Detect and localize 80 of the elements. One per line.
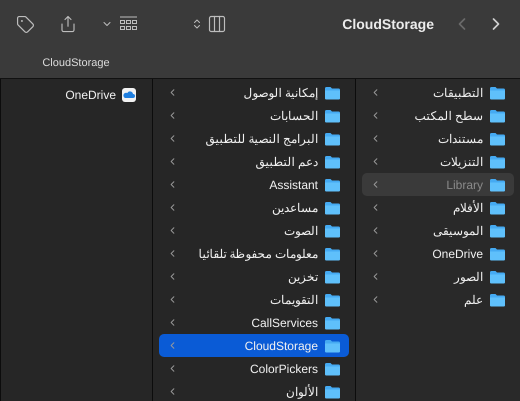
tag-icon[interactable] bbox=[16, 14, 35, 34]
folder-name: التطبيقات bbox=[433, 84, 483, 102]
folder-name: Assistant bbox=[269, 176, 318, 194]
folder-name: التنزيلات bbox=[440, 154, 483, 170]
folder-name: CallServices bbox=[251, 314, 318, 332]
folder-name: دعم التطبيق bbox=[256, 154, 318, 170]
folder-icon bbox=[489, 86, 506, 100]
folder-icon bbox=[324, 200, 341, 214]
folder-icon bbox=[489, 270, 506, 284]
folder-icon bbox=[324, 384, 341, 398]
folder-icon bbox=[489, 224, 506, 238]
folder-name: التقويمات bbox=[270, 292, 318, 308]
folder-row[interactable]: دعم التطبيق bbox=[159, 150, 349, 173]
folder-icon bbox=[324, 132, 341, 146]
folder-row[interactable]: مستندات bbox=[362, 127, 514, 150]
folder-icon bbox=[489, 246, 506, 260]
folder-icon bbox=[324, 362, 341, 376]
folder-icon bbox=[324, 224, 341, 238]
folder-icon bbox=[489, 108, 506, 122]
folder-icon bbox=[324, 246, 341, 260]
folder-name: OneDrive bbox=[432, 246, 483, 262]
folder-name: إمكانية الوصول bbox=[244, 84, 318, 102]
folder-row[interactable]: الصوت bbox=[159, 219, 349, 242]
folder-icon bbox=[489, 200, 506, 214]
folder-name: الصور bbox=[454, 268, 483, 286]
folder-icon bbox=[324, 316, 341, 330]
folder-icon bbox=[324, 154, 341, 168]
folder-icon bbox=[324, 338, 341, 352]
folder-row[interactable]: التطبيقات bbox=[362, 81, 514, 104]
folder-icon bbox=[489, 132, 506, 146]
share-icon[interactable] bbox=[59, 15, 77, 33]
folder-icon bbox=[324, 178, 341, 192]
folder-name: سطح المكتب bbox=[414, 108, 483, 124]
folder-name: الألوان bbox=[286, 383, 318, 400]
folder-row[interactable]: Assistant bbox=[159, 173, 349, 196]
folder-row[interactable]: البرامج النصية للتطبيق bbox=[159, 127, 349, 150]
folder-row[interactable]: الحسابات bbox=[159, 104, 349, 127]
folder-row[interactable]: ColorPickers bbox=[159, 357, 349, 380]
folder-row[interactable]: CallServices bbox=[159, 311, 349, 334]
folder-row[interactable]: مساعدين bbox=[159, 196, 349, 219]
folder-row[interactable]: التقويمات bbox=[159, 288, 349, 311]
columns-view-icon[interactable] bbox=[207, 14, 227, 34]
folder-row[interactable]: الأفلام bbox=[362, 196, 514, 219]
folder-row[interactable]: الموسيقى bbox=[362, 219, 514, 242]
folder-row[interactable]: تخزين bbox=[159, 265, 349, 288]
folder-name: CloudStorage bbox=[244, 338, 318, 354]
folder-icon bbox=[324, 86, 341, 100]
folder-name: مستندات bbox=[438, 130, 483, 148]
folder-name: البرامج النصية للتطبيق bbox=[205, 130, 318, 148]
folder-name: الأفلام bbox=[453, 199, 483, 216]
folder-name: معلومات محفوظة تلقائيا bbox=[198, 246, 318, 262]
folder-icon bbox=[324, 292, 341, 306]
folder-row[interactable]: OneDrive bbox=[362, 242, 514, 265]
up-down-icon[interactable] bbox=[191, 18, 203, 30]
folder-name: Library bbox=[446, 176, 483, 194]
folder-name: الصوت bbox=[284, 222, 318, 240]
folder-icon bbox=[489, 154, 506, 168]
folder-row[interactable]: سطح المكتب bbox=[362, 104, 514, 127]
grid-icon[interactable] bbox=[119, 16, 138, 32]
window-title: CloudStorage bbox=[342, 14, 434, 34]
folder-icon bbox=[324, 108, 341, 122]
folder-icon bbox=[324, 270, 341, 284]
folder-row[interactable]: معلومات محفوظة تلقائيا bbox=[159, 242, 349, 265]
folder-icon bbox=[489, 178, 506, 192]
folder-name: تخزين bbox=[288, 268, 318, 286]
folder-row[interactable]: التنزيلات bbox=[362, 150, 514, 173]
folder-icon bbox=[489, 292, 506, 306]
folder-name: الحسابات bbox=[270, 108, 318, 124]
tab-label[interactable]: CloudStorage bbox=[42, 54, 110, 72]
cloud-icon bbox=[122, 88, 136, 102]
folder-name: مساعدين bbox=[272, 200, 318, 216]
drive-name[interactable]: OneDrive bbox=[65, 86, 116, 104]
folder-name: علم bbox=[464, 292, 483, 308]
folder-row[interactable]: الألوان bbox=[159, 380, 349, 401]
folder-row[interactable]: CloudStorage bbox=[159, 334, 349, 357]
folder-row[interactable]: علم bbox=[362, 288, 514, 311]
folder-name: ColorPickers bbox=[250, 360, 318, 378]
folder-row[interactable]: الصور bbox=[362, 265, 514, 288]
folder-row[interactable]: إمكانية الوصول bbox=[159, 81, 349, 104]
folder-name: الموسيقى bbox=[433, 222, 483, 240]
